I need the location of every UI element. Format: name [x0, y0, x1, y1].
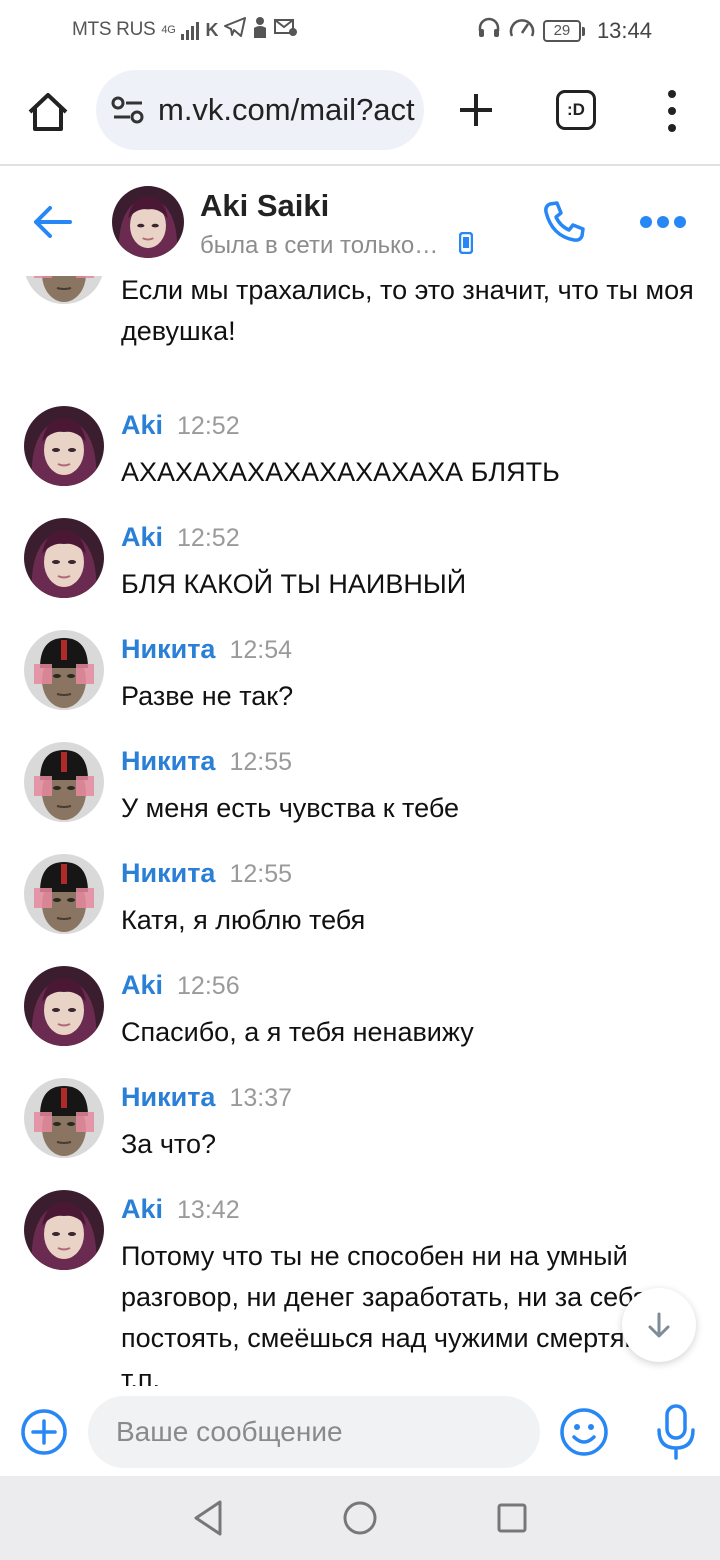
message-meta: Aki 12:56 — [121, 970, 240, 1001]
nav-recent-apps-icon[interactable] — [496, 1502, 528, 1534]
message-time: 12:52 — [177, 524, 240, 552]
message-text: Разве не так? — [121, 681, 294, 711]
message-time: 12:55 — [229, 748, 293, 776]
chat-title[interactable]: Aki Saiki — [200, 188, 329, 224]
avatar[interactable] — [24, 1078, 104, 1158]
message-author[interactable]: Aki — [121, 522, 163, 552]
message-time: 13:42 — [177, 1196, 240, 1224]
headset-icon — [477, 16, 501, 46]
status-left: MTS RUS 4G K — [72, 16, 298, 44]
message-author[interactable]: Никита — [121, 858, 215, 888]
carrier-label: MTS RUS — [72, 19, 156, 40]
message-time: 13:37 — [229, 1084, 293, 1112]
network-label: 4G — [161, 24, 176, 36]
nav-home-icon[interactable] — [342, 1500, 378, 1536]
avatar[interactable] — [24, 406, 104, 486]
message-text: За что? — [121, 1129, 216, 1159]
browser-toolbar: m.vk.com/mail?act :D — [0, 56, 720, 166]
avatar[interactable] — [24, 1190, 104, 1270]
message-time: 12:52 — [177, 412, 240, 440]
telegram-icon — [224, 17, 247, 43]
back-arrow-icon[interactable] — [30, 202, 74, 242]
message-list[interactable]: Никита12:51Если мы трахались, то это зна… — [0, 276, 720, 1386]
vk-k-icon: K — [205, 19, 219, 40]
avatar[interactable] — [112, 186, 184, 258]
message-text: Спасибо, а я тебя ненавижу — [121, 1017, 474, 1047]
message-meta: Никита 12:55 — [121, 858, 292, 889]
chat-status: была в сети только… — [200, 231, 474, 261]
message-meta: Никита 13:37 — [121, 1082, 292, 1113]
message-time: 12:56 — [177, 972, 240, 1000]
message-text: Катя, я люблю тебя — [121, 905, 366, 935]
status-right: 29 13:44 — [477, 16, 652, 46]
message-text: АХАХАХАХАХАХАХАХАХА БЛЯТЬ — [121, 457, 560, 487]
nav-back-icon[interactable] — [190, 1498, 226, 1538]
phone-icon[interactable] — [540, 198, 588, 246]
message-author[interactable]: Aki — [121, 1194, 163, 1224]
emoji-icon[interactable] — [558, 1406, 610, 1458]
message-meta: Никита 12:55 — [121, 746, 292, 777]
message-text: Если мы трахались, то это значит, что ты… — [121, 276, 694, 346]
status-time: 13:44 — [596, 18, 652, 43]
message-meta: Aki 12:52 — [121, 522, 240, 553]
plus-icon — [460, 94, 492, 126]
battery-level: 29 — [542, 20, 581, 42]
avatar[interactable] — [24, 630, 104, 710]
tune-icon[interactable] — [110, 95, 146, 125]
mobile-icon — [458, 231, 474, 261]
message-time: 12:55 — [229, 860, 293, 888]
message-author[interactable]: Aki — [121, 410, 163, 440]
person-icon — [252, 16, 268, 44]
overflow-menu-icon[interactable] — [660, 90, 684, 132]
url-text[interactable]: m.vk.com/mail?act — [158, 92, 415, 128]
more-icon[interactable] — [640, 216, 686, 228]
battery-icon: 29 — [542, 20, 585, 42]
message-time: 12:54 — [229, 636, 293, 664]
message-author[interactable]: Никита — [121, 746, 215, 776]
scroll-down-arrow-icon — [648, 1312, 670, 1338]
avatar[interactable] — [24, 742, 104, 822]
avatar[interactable] — [24, 854, 104, 934]
chat-status-text: была в сети только… — [200, 232, 439, 259]
message-author[interactable]: Никита — [121, 634, 215, 664]
tabs-button[interactable]: :D — [556, 90, 596, 130]
scroll-down-button[interactable] — [622, 1288, 696, 1362]
chat-header: Aki Saiki была в сети только… — [0, 168, 720, 276]
system-nav-bar — [0, 1476, 720, 1560]
message-author[interactable]: Никита — [121, 1082, 215, 1112]
composer — [0, 1386, 720, 1476]
speedometer-icon — [509, 16, 535, 46]
message-meta: Aki 12:52 — [121, 410, 240, 441]
message-text: БЛЯ КАКОЙ ТЫ НАИВНЫЙ — [121, 569, 467, 599]
avatar[interactable] — [24, 966, 104, 1046]
message-text: Потому что ты не способен ни на умный ра… — [121, 1241, 681, 1386]
mail-settings-icon — [274, 17, 298, 43]
avatar[interactable] — [24, 518, 104, 598]
message-meta: Никита 12:54 — [121, 634, 292, 665]
message-text: У меня есть чувства к тебе — [121, 793, 460, 823]
message-author[interactable]: Aki — [121, 970, 163, 1000]
avatar[interactable] — [24, 276, 104, 304]
signal-icon — [181, 20, 200, 40]
status-bar: MTS RUS 4G K 29 13:44 — [0, 0, 720, 56]
microphone-icon[interactable] — [654, 1400, 698, 1464]
new-tab-button[interactable] — [456, 90, 496, 130]
add-attachment-icon[interactable] — [20, 1408, 68, 1456]
message-input[interactable] — [88, 1396, 540, 1468]
home-icon[interactable] — [22, 86, 74, 138]
address-bar[interactable]: m.vk.com/mail?act — [96, 70, 424, 150]
message-meta: Aki 13:42 — [121, 1194, 240, 1225]
